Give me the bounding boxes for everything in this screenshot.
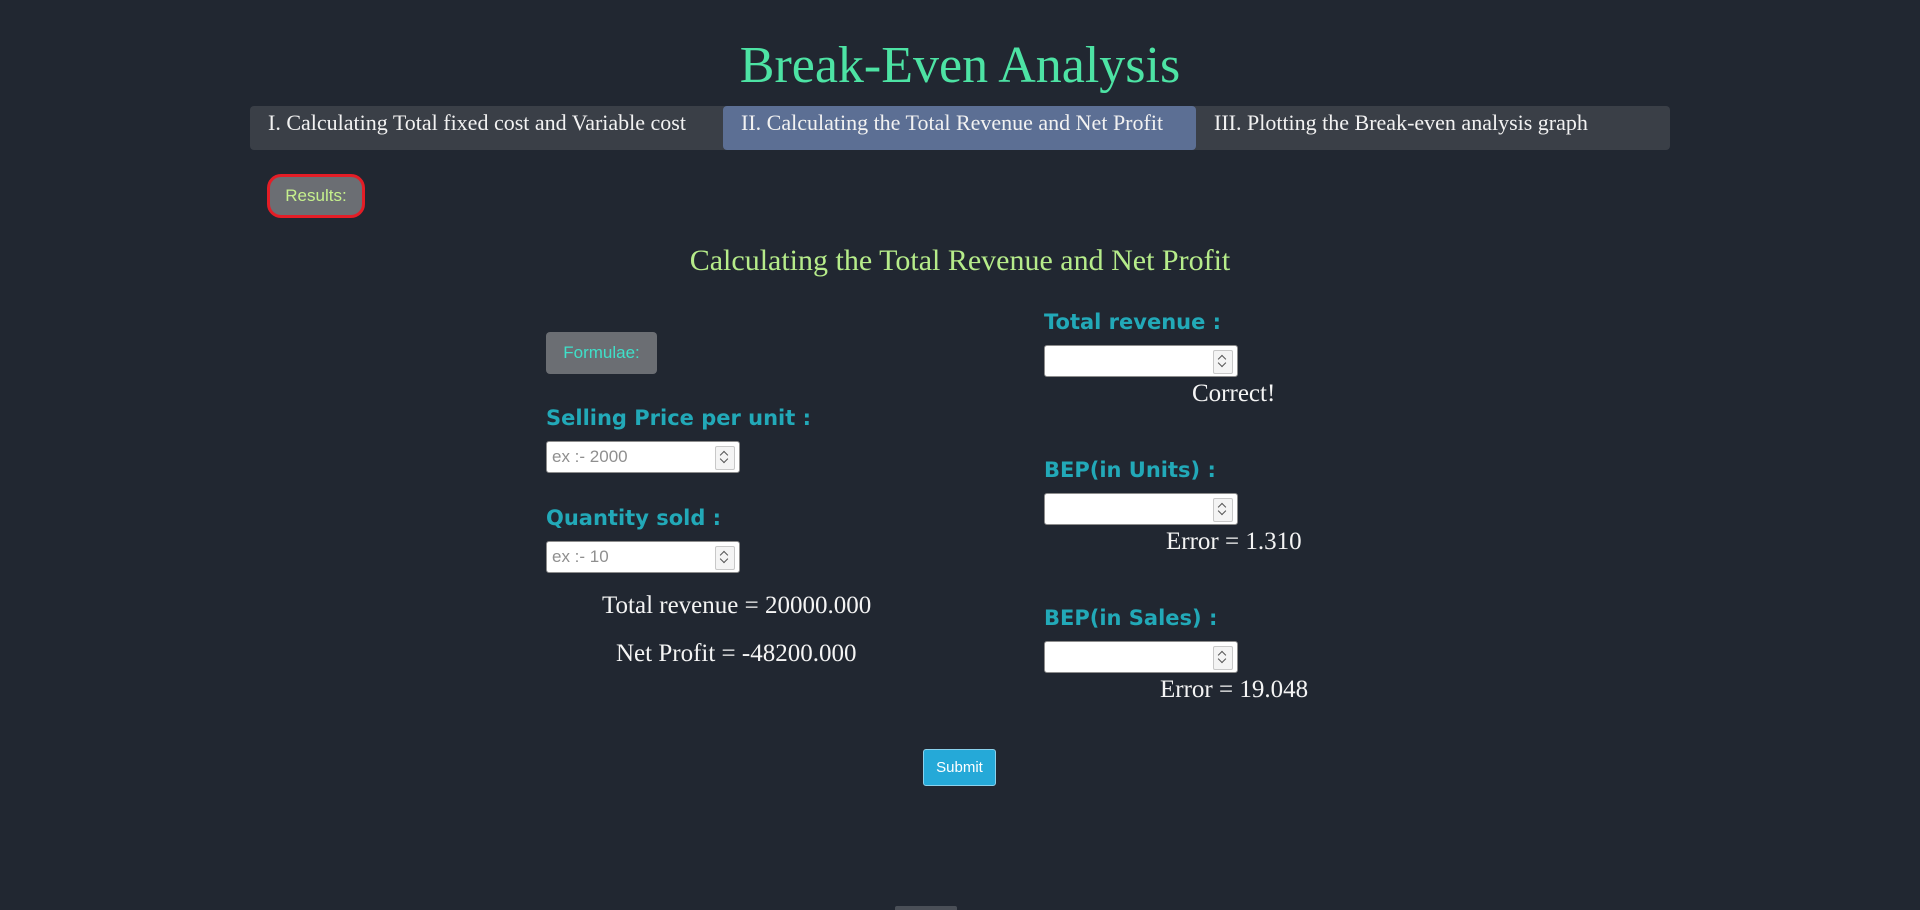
results-button[interactable]: Results: [267,174,365,218]
submit-button[interactable]: Submit [923,749,996,786]
bep-sales-input[interactable] [1044,641,1238,673]
page: Break-Even Analysis I. Calculating Total… [0,0,1920,910]
selling-price-placeholder: ex :- 2000 [552,447,628,466]
total-revenue-result: Total revenue = 20000.000 [602,592,872,619]
tab-break-even-graph[interactable]: III. Plotting the Break-even analysis gr… [1196,106,1669,150]
formulae-button[interactable]: Formulae: [546,332,657,374]
quantity-sold-spinner-icon[interactable] [715,546,735,570]
tab-revenue-net-profit[interactable]: II. Calculating the Total Revenue and Ne… [723,106,1196,150]
bep-sales-label: BEP(in Sales) : [1044,606,1218,630]
bep-sales-spinner-icon[interactable] [1213,646,1233,670]
total-revenue-feedback: Correct! [1192,380,1276,407]
section-subtitle: Calculating the Total Revenue and Net Pr… [689,244,1231,277]
bep-units-label: BEP(in Units) : [1044,458,1216,482]
selling-price-label: Selling Price per unit : [546,406,811,430]
page-title: Break-Even Analysis [739,37,1181,94]
quantity-sold-placeholder: ex :- 10 [552,547,609,566]
total-revenue-input[interactable] [1044,345,1238,377]
selling-price-spinner-icon[interactable] [715,446,735,470]
bep-units-spinner-icon[interactable] [1213,498,1233,522]
total-revenue-label: Total revenue : [1044,310,1222,334]
selling-price-input[interactable]: ex :- 2000 [546,441,740,473]
tab-bar: I. Calculating Total fixed cost and Vari… [250,106,1670,150]
tab-fixed-variable-cost[interactable]: I. Calculating Total fixed cost and Vari… [250,106,723,150]
total-revenue-spinner-icon[interactable] [1213,350,1233,374]
net-profit-result: Net Profit = -48200.000 [616,640,857,667]
bep-sales-feedback: Error = 19.048 [1160,676,1309,703]
quantity-sold-input[interactable]: ex :- 10 [546,541,740,573]
bep-units-feedback: Error = 1.310 [1166,528,1302,555]
bep-units-input[interactable] [1044,493,1238,525]
bottom-handle [895,906,957,910]
quantity-sold-label: Quantity sold : [546,506,722,530]
